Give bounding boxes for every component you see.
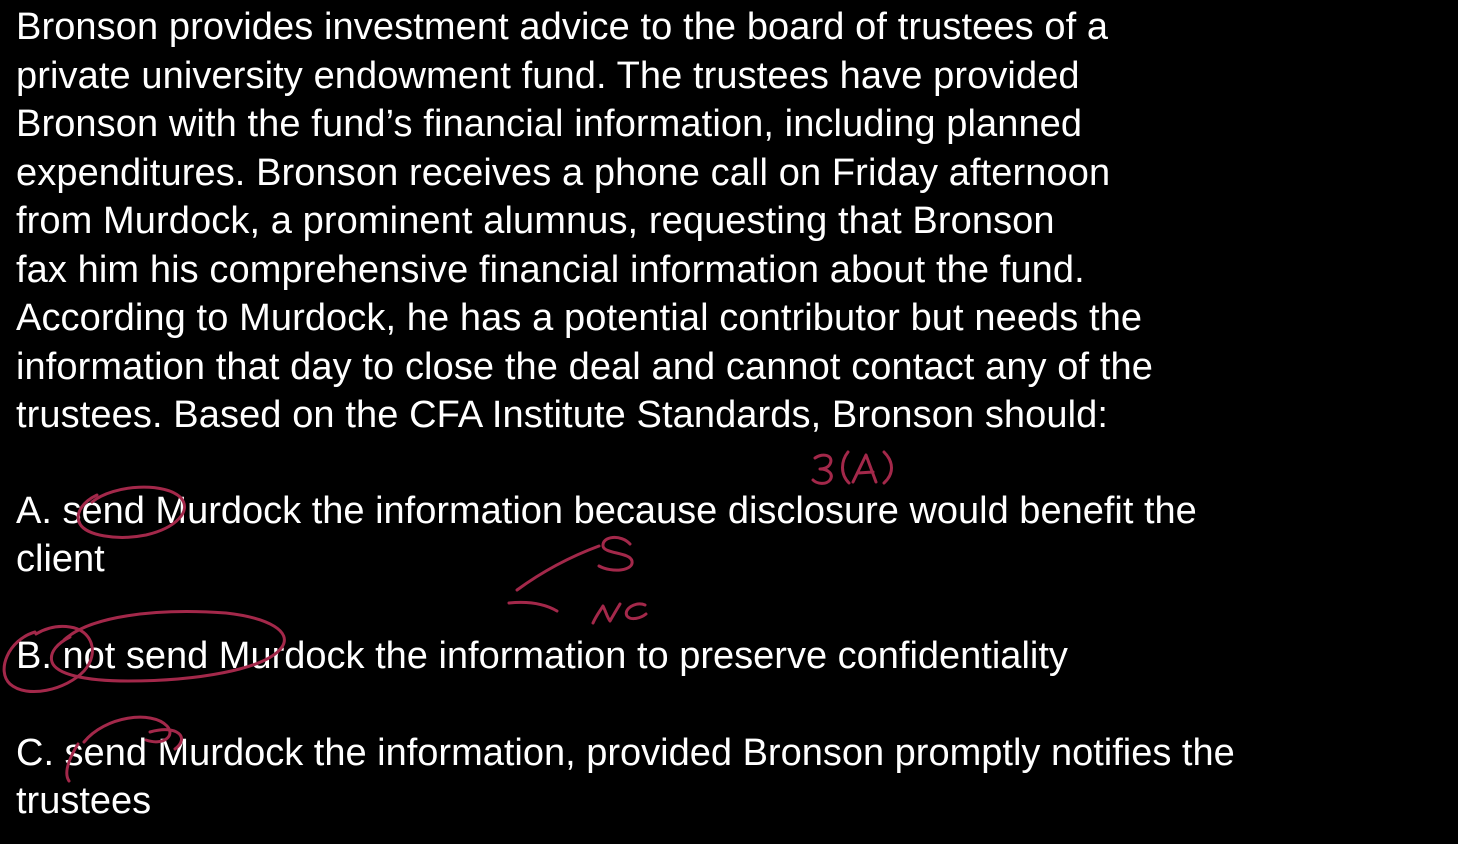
question-line: from Murdock, a prominent alumnus, reque… (16, 200, 1055, 242)
option-b-line-1: B. not send Murdock the information to p… (16, 635, 1068, 677)
answer-option-b: B. not send Murdock the information to p… (16, 632, 1452, 680)
question-line: information that day to close the deal a… (16, 345, 1153, 388)
question-line: trustees. Based on the CFA Institute Sta… (16, 394, 1109, 436)
option-a-line-2: client (16, 538, 105, 580)
option-c-line-1: C. send Murdock the information, provide… (16, 732, 1235, 774)
dash-stroke-lower (507, 600, 559, 613)
question-line: According to Murdock, he has a potential… (16, 297, 1143, 339)
question-line: private university endowment fund. The t… (16, 54, 1080, 97)
question-line: fax him his comprehensive financial info… (16, 248, 1085, 291)
handwritten-nc-mark (591, 602, 648, 625)
answer-option-a: A. send Murdock the information because … (16, 487, 1452, 583)
slide-canvas: Bronson provides investment advice to th… (0, 0, 1458, 844)
question-line: expenditures. Bronson receives a phone c… (16, 151, 1111, 194)
option-a-line-1: A. send Murdock the information because … (16, 490, 1197, 532)
question-line: Bronson with the fund’s financial inform… (16, 103, 1083, 145)
handwritten-standard-ref (811, 450, 893, 485)
option-c-line-2: trustees (16, 780, 152, 822)
question-text: Bronson provides investment advice to th… (16, 3, 1446, 440)
answer-option-c: C. send Murdock the information, provide… (16, 729, 1452, 825)
question-line: Bronson provides investment advice to th… (16, 6, 1109, 48)
